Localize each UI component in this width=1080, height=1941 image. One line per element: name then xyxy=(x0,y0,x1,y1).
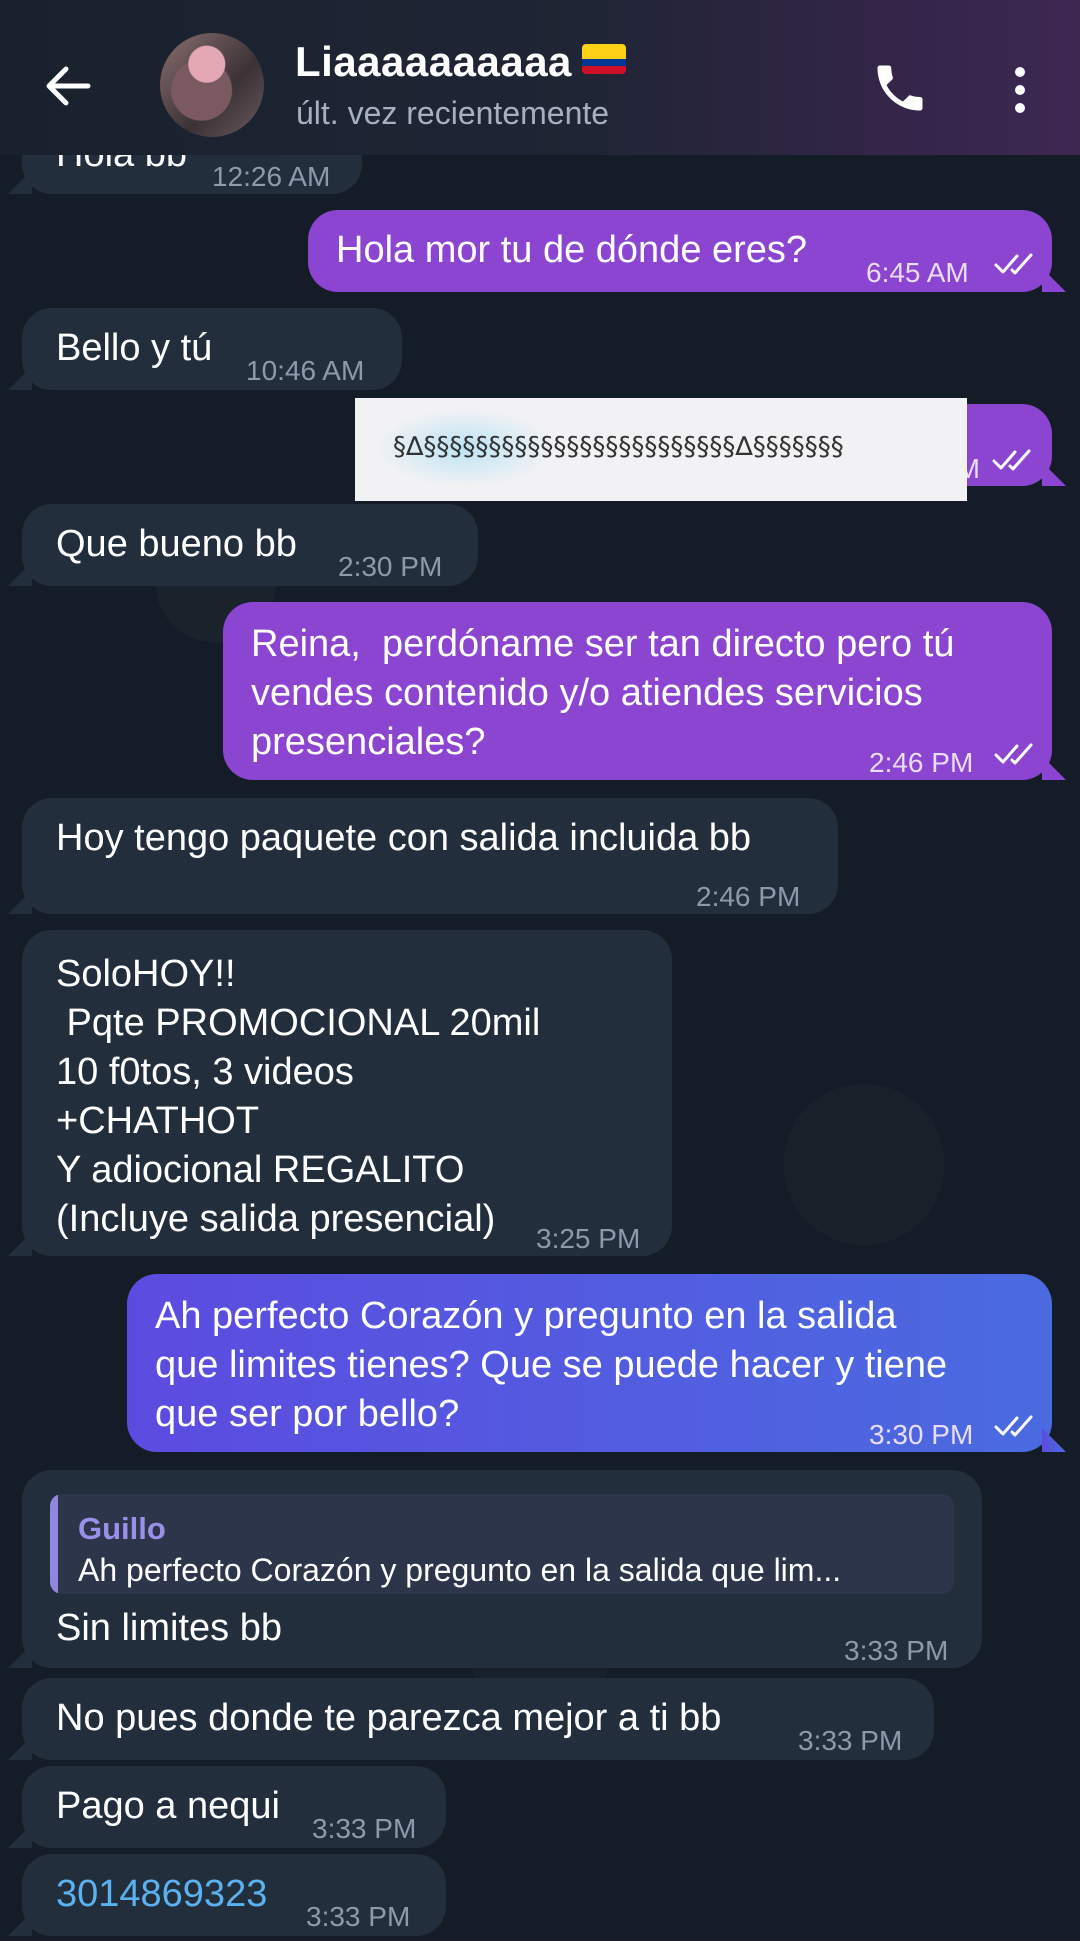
last-seen-status: últ. vez recientemente xyxy=(296,95,610,131)
message-time: 10:46 AM xyxy=(246,355,365,386)
message-text: Pago a nequi xyxy=(56,1785,280,1827)
message-text: Que bueno bb xyxy=(56,523,297,565)
message-text: Hola mor tu de dónde eres? xyxy=(336,229,808,271)
contact-avatar[interactable] xyxy=(160,33,264,137)
chat-header: Liaaaaaaaaaa últ. vez recientemente xyxy=(0,0,1080,155)
message-line: vendes contenido y/o atiendes servicios xyxy=(251,672,923,714)
message-time: 2:46 PM xyxy=(869,747,974,778)
message-line: Ah perfecto Corazón y pregunto en la sal… xyxy=(155,1295,897,1337)
message-line: SoloHOY!! xyxy=(56,953,236,995)
message-time: 3:25 PM xyxy=(536,1223,641,1254)
phone-number-link[interactable]: 3014869323 xyxy=(56,1870,267,1919)
redaction-text: §∆§§§§§§§§§§§§§§§§§§§§§§§§∆§§§§§§§ xyxy=(393,432,844,462)
message-bubble[interactable]: Hoy tengo paquete con salida incluida bb… xyxy=(22,798,838,914)
message-time: 6:45 AM xyxy=(866,257,969,288)
message-bubble[interactable]: Guillo Ah perfecto Corazón y pregunto en… xyxy=(22,1470,982,1668)
message-time: 12:26 AM xyxy=(212,161,331,192)
back-arrow-icon[interactable] xyxy=(40,58,96,114)
double-check-icon xyxy=(994,1415,1033,1437)
phone-call-icon[interactable] xyxy=(870,58,930,118)
message-bubble[interactable]: Pago a nequi 3:33 PM xyxy=(22,1766,446,1848)
message-line: presenciales? xyxy=(251,721,486,763)
message-line: que limites tienes? Que se puede hacer y… xyxy=(155,1344,948,1386)
reply-preview: Ah perfecto Corazón y pregunto en la sal… xyxy=(78,1552,842,1588)
double-check-icon xyxy=(994,253,1033,275)
message-line: (Incluye salida presencial) xyxy=(56,1198,496,1240)
message-time: 3:33 PM xyxy=(844,1635,949,1666)
message-bubble[interactable]: Bello y tú 10:46 AM xyxy=(22,308,402,390)
message-line: Reina, perdóname ser tan directo pero tú xyxy=(251,623,955,665)
message-bubble[interactable]: No pues donde te parezca mejor a ti bb 3… xyxy=(22,1678,934,1760)
more-options-icon[interactable] xyxy=(1000,60,1040,120)
message-time: 2:30 PM xyxy=(338,551,443,582)
message-bubble[interactable]: Ah perfecto Corazón y pregunto en la sal… xyxy=(127,1274,1052,1452)
message-text: No pues donde te parezca mejor a ti bb xyxy=(56,1697,722,1739)
message-line: que ser por bello? xyxy=(155,1393,460,1435)
double-check-icon xyxy=(994,743,1033,765)
double-check-icon xyxy=(992,449,1031,471)
message-time: 3:33 PM xyxy=(798,1725,903,1756)
contact-name-text: Liaaaaaaaaaa xyxy=(295,38,572,85)
message-time: 3:30 PM xyxy=(869,1419,974,1450)
message-text: Bello y tú xyxy=(56,327,213,369)
message-bubble[interactable]: 3014869323 3:33 PM xyxy=(22,1854,446,1936)
message-time: 3:33 PM xyxy=(306,1901,411,1932)
reply-quote[interactable]: Guillo Ah perfecto Corazón y pregunto en… xyxy=(50,1494,954,1594)
contact-name[interactable]: Liaaaaaaaaaa xyxy=(295,38,626,86)
message-time: 2:46 PM xyxy=(696,881,801,912)
message-line: 10 f0tos, 3 videos xyxy=(56,1051,354,1093)
message-bubble[interactable]: Reina, perdóname ser tan directo pero tú… xyxy=(223,602,1052,780)
message-bubble[interactable]: Que bueno bb 2:30 PM xyxy=(22,504,478,586)
message-text: Sin limites bb xyxy=(56,1607,282,1649)
message-line: Y adiocional REGALITO xyxy=(56,1149,465,1191)
message-bubble[interactable]: SoloHOY!! Pqte PROMOCIONAL 20mil 10 f0to… xyxy=(22,930,672,1256)
message-text: Hoy tengo paquete con salida incluida bb xyxy=(56,817,752,859)
reply-accent-bar xyxy=(50,1494,58,1594)
message-line: Pqte PROMOCIONAL 20mil xyxy=(56,1002,541,1044)
message-line: +CHATHOT xyxy=(56,1100,260,1142)
message-time: 3:33 PM xyxy=(312,1813,417,1844)
redaction-overlay: §∆§§§§§§§§§§§§§§§§§§§§§§§§∆§§§§§§§ xyxy=(355,398,967,501)
colombia-flag-icon xyxy=(581,43,626,74)
message-bubble[interactable]: Hola mor tu de dónde eres? 6:45 AM xyxy=(308,210,1052,292)
